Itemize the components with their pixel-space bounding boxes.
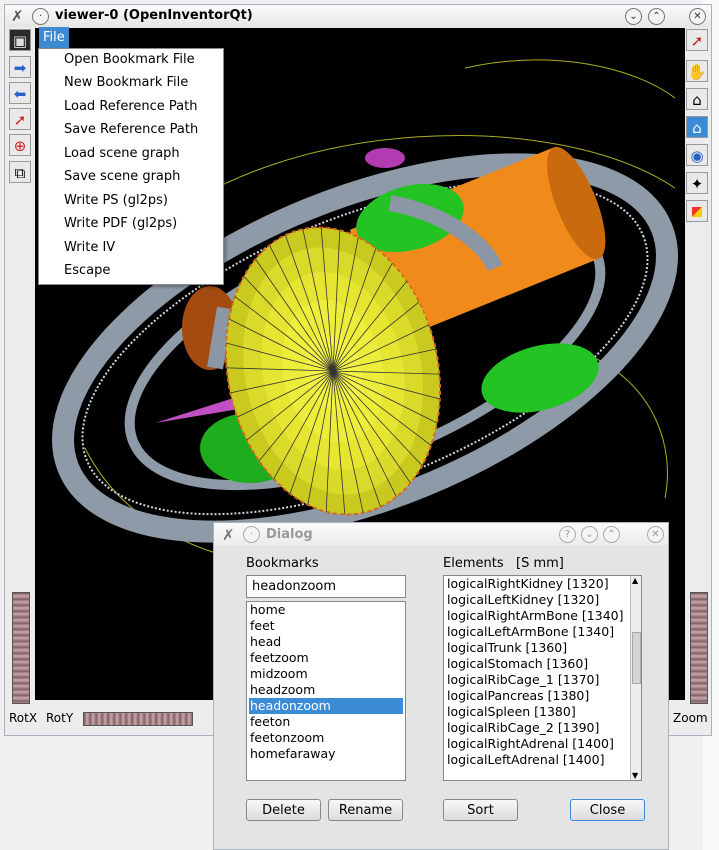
- elements-scroll-thumb[interactable]: [632, 632, 641, 684]
- menu-item-write-ps[interactable]: Write PS (gl2ps): [64, 190, 168, 212]
- seek-flashlight-icon[interactable]: ✦: [686, 172, 708, 194]
- forward-arrow-icon[interactable]: ➡: [9, 56, 31, 78]
- elements-scrollbar[interactable]: ▲ ▼: [630, 576, 641, 780]
- close-button[interactable]: ✕: [689, 8, 706, 25]
- pick-arrow-icon[interactable]: ➚: [9, 108, 31, 130]
- dialog-menu-button[interactable]: ·: [243, 526, 260, 543]
- menu-item-escape[interactable]: Escape: [64, 260, 110, 282]
- element-item[interactable]: logicalTrunk [1360]: [446, 640, 629, 656]
- crosshair-icon[interactable]: ⊕: [9, 134, 31, 156]
- delete-button[interactable]: Delete: [246, 799, 321, 821]
- element-item[interactable]: logicalRightKidney [1320]: [446, 576, 629, 592]
- save-icon[interactable]: ▣: [9, 29, 31, 51]
- bookmark-item[interactable]: homefaraway: [249, 746, 403, 762]
- bookmark-item[interactable]: headzoom: [249, 682, 403, 698]
- bookmark-name-value: headonzoom: [252, 579, 337, 594]
- bookmark-item[interactable]: feetzoom: [249, 650, 403, 666]
- bookmark-item[interactable]: feet: [249, 618, 403, 634]
- menu-item-load-scene-graph[interactable]: Load scene graph: [64, 143, 180, 165]
- element-item[interactable]: logicalPancreas [1380]: [446, 688, 629, 704]
- bookmark-item[interactable]: home: [249, 602, 403, 618]
- roty-label: RotY: [46, 711, 74, 725]
- dialog-maximize-button[interactable]: ⌃: [603, 526, 620, 543]
- menu-file[interactable]: File: [39, 27, 69, 48]
- bookmark-dialog: ✗ · Dialog ? ⌄ ⌃ ✕ Bookmarks Elements [S…: [213, 522, 669, 850]
- back-arrow-icon[interactable]: ⬅: [9, 82, 31, 104]
- hand-icon[interactable]: ✋: [686, 60, 708, 82]
- bookmarks-list[interactable]: home feet head feetzoom midzoom headzoom…: [246, 601, 406, 781]
- roty-wheel[interactable]: [83, 712, 193, 726]
- file-menu-dropdown: Open Bookmark File New Bookmark File Loa…: [38, 48, 224, 285]
- element-item[interactable]: logicalRightAdrenal [1400]: [446, 736, 629, 752]
- dialog-title-bar: ✗ · Dialog ? ⌄ ⌃ ✕: [214, 523, 668, 545]
- menu-item-save-scene-graph[interactable]: Save scene graph: [64, 166, 180, 188]
- elements-list[interactable]: logicalRightKidney [1320] logicalLeftKid…: [443, 575, 642, 781]
- element-item[interactable]: logicalSpleen [1380]: [446, 704, 629, 720]
- menu-item-open-bookmark-file[interactable]: Open Bookmark File: [64, 49, 195, 71]
- select-arrow-icon[interactable]: ➚: [686, 29, 708, 51]
- bookmark-item[interactable]: midzoom: [249, 666, 403, 682]
- menu-tools[interactable]: Tools: [69, 27, 109, 48]
- element-item[interactable]: logicalLeftAdrenal [1400]: [446, 752, 629, 768]
- close-button-dialog[interactable]: Close: [570, 799, 645, 821]
- element-item[interactable]: logicalLeftKidney [1320]: [446, 592, 629, 608]
- element-item[interactable]: logicalRightArmBone [1340]: [446, 608, 629, 624]
- dialog-close-x-button[interactable]: ✕: [647, 526, 664, 543]
- app-icon: ✗: [11, 7, 24, 25]
- home-icon[interactable]: ⌂: [686, 88, 708, 110]
- bookmark-item-selected[interactable]: headonzoom: [249, 698, 403, 714]
- menu-item-write-pdf[interactable]: Write PDF (gl2ps): [64, 213, 177, 235]
- zoom-label: Zoom: [673, 711, 708, 725]
- set-home-icon[interactable]: ⌂: [686, 116, 708, 138]
- dialog-title: Dialog: [266, 527, 313, 542]
- bookmark-item[interactable]: feetonzoom: [249, 730, 403, 746]
- view-all-eye-icon[interactable]: ◉: [686, 144, 708, 166]
- rotx-wheel[interactable]: [12, 592, 30, 704]
- bookmarks-label: Bookmarks: [246, 556, 319, 571]
- rotx-label: RotX: [9, 711, 38, 725]
- menu-item-save-reference-path[interactable]: Save Reference Path: [64, 119, 198, 141]
- bookmark-item[interactable]: head: [249, 634, 403, 650]
- menu-bar: File Tools Etc Help: [39, 27, 689, 49]
- element-item[interactable]: logicalLeftArmBone [1340]: [446, 624, 629, 640]
- window-title: viewer-0 (OpenInventorQt): [55, 8, 253, 23]
- rename-button[interactable]: Rename: [328, 799, 403, 821]
- scroll-down-icon[interactable]: ▼: [632, 771, 638, 780]
- element-item[interactable]: logicalRibCage_1 [1370]: [446, 672, 629, 688]
- elements-label: Elements [S mm]: [443, 556, 564, 571]
- bookmark-item[interactable]: feeton: [249, 714, 403, 730]
- zoom-wheel[interactable]: [690, 592, 708, 704]
- element-item[interactable]: logicalRibCage_2 [1390]: [446, 720, 629, 736]
- minimize-button[interactable]: ⌄: [625, 8, 642, 25]
- bookmark-name-input[interactable]: headonzoom: [246, 575, 406, 598]
- cube-icon[interactable]: ⧉: [9, 161, 31, 183]
- menu-help[interactable]: Help: [142, 27, 180, 48]
- scroll-up-icon[interactable]: ▲: [632, 576, 638, 585]
- menu-item-write-iv[interactable]: Write IV: [64, 237, 115, 259]
- window-menu-button[interactable]: ·: [32, 8, 49, 25]
- title-bar: ✗ · viewer-0 (OpenInventorQt) ⌄ ⌃ ✕: [5, 5, 711, 27]
- menu-etc[interactable]: Etc: [111, 27, 139, 48]
- menu-item-new-bookmark-file[interactable]: New Bookmark File: [64, 72, 188, 94]
- dialog-help-button[interactable]: ?: [559, 526, 576, 543]
- projection-icon[interactable]: [686, 200, 708, 222]
- element-item[interactable]: logicalStomach [1360]: [446, 656, 629, 672]
- sort-button[interactable]: Sort: [443, 799, 518, 821]
- dialog-app-icon: ✗: [222, 526, 235, 544]
- menu-item-load-reference-path[interactable]: Load Reference Path: [64, 96, 197, 118]
- dialog-minimize-button[interactable]: ⌄: [581, 526, 598, 543]
- maximize-button[interactable]: ⌃: [648, 8, 665, 25]
